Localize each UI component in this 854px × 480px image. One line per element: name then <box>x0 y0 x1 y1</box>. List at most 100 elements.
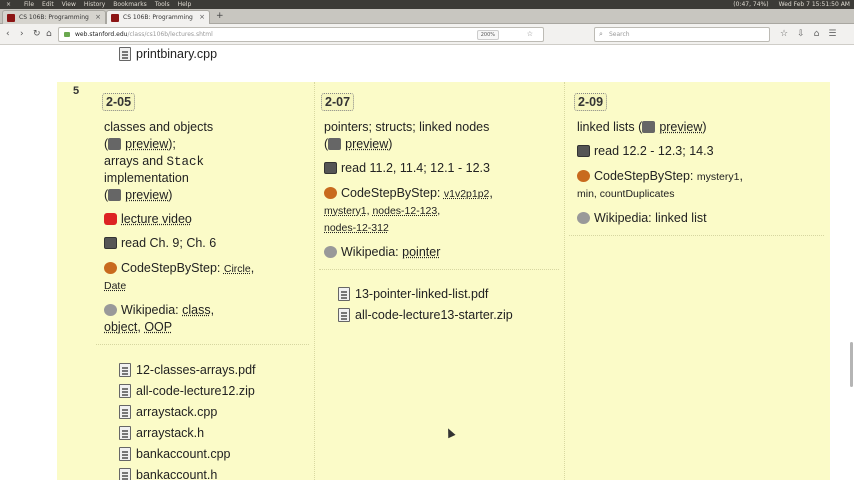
wiki-link-pointer[interactable]: pointer <box>402 245 440 259</box>
file-link-printbinary[interactable]: printbinary.cpp <box>119 46 217 62</box>
file-link[interactable]: all-code-lecture12.zip <box>119 383 255 399</box>
pdf-icon <box>119 363 131 377</box>
menu-view[interactable]: View <box>62 0 76 9</box>
file-name: bankaccount.h <box>136 468 218 480</box>
lecture-title-row: linked lists (preview) <box>577 120 707 134</box>
menu-file[interactable]: File <box>24 0 34 9</box>
back-button[interactable]: ‹ <box>6 28 10 40</box>
codestepbystep-row-3: nodes-12-312 <box>324 220 389 237</box>
new-tab-button[interactable]: + <box>216 10 224 23</box>
home-button[interactable]: ⌂ <box>46 28 52 40</box>
reading-text: read 12.2 - 12.3; 14.3 <box>594 144 714 158</box>
wiki-link-oop[interactable]: OOP <box>144 320 172 334</box>
problem-link-v1v2p1p2[interactable]: v1v2p1p2 <box>444 188 490 200</box>
system-menubar: × File Edit View History Bookmarks Tools… <box>0 0 854 9</box>
codestepbystep-row-2: mystery1, nodes-12-123, <box>324 205 441 217</box>
bookmarks-icon[interactable]: ☆ <box>780 28 788 40</box>
page-content: printbinary.cpp 5 2-05 classes and objec… <box>0 45 854 480</box>
pdf-icon <box>338 287 350 301</box>
window-close-icon[interactable]: × <box>6 0 11 9</box>
book-icon <box>577 145 590 157</box>
preview-link[interactable]: preview <box>345 137 388 151</box>
week-number: 5 <box>73 85 80 97</box>
book-icon <box>104 237 117 249</box>
navigation-toolbar: ‹ › ↻ ⌂ web.stanford.edu/class/cs106b/le… <box>0 24 854 45</box>
search-input[interactable]: ⌕ Search <box>594 27 770 42</box>
preview-link[interactable]: preview <box>125 188 168 202</box>
wikipedia-label: Wikipedia: <box>341 245 399 259</box>
home-icon[interactable]: ⌂ <box>814 28 820 40</box>
menu-bookmarks[interactable]: Bookmarks <box>113 0 147 9</box>
wiki-link-linked-list[interactable]: linked list <box>655 211 706 225</box>
wikipedia-icon <box>104 304 117 316</box>
codestepbystep-label: CodeStepByStep: <box>121 261 221 275</box>
lecture-cell-2-05: 2-05 classes and objects (preview); arra… <box>90 82 315 480</box>
problem-link-countduplicates[interactable]: countDuplicates <box>600 188 675 200</box>
file-name: bankaccount.cpp <box>136 447 231 461</box>
problem-link-circle[interactable]: Circle <box>224 263 251 275</box>
file-link[interactable]: arraystack.cpp <box>119 404 217 420</box>
file-name: arraystack.h <box>136 426 205 440</box>
preview-link[interactable]: preview <box>659 120 702 134</box>
downloads-icon[interactable]: ⇩ <box>797 28 805 40</box>
tab-title: CS 106B: Programming <box>123 14 193 21</box>
file-name: printbinary.cpp <box>136 47 218 61</box>
search-icon: ⌕ <box>599 30 603 38</box>
lecture-cell-2-09: 2-09 linked lists (preview) read 12.2 - … <box>565 82 830 480</box>
codestepbystep-row: CodeStepByStep: Circle, <box>104 260 254 278</box>
scrollbar[interactable] <box>850 342 853 387</box>
menu-tools[interactable]: Tools <box>155 0 170 9</box>
file-name: 12-classes-arrays.pdf <box>136 363 256 377</box>
problem-link-min[interactable]: min <box>577 188 594 200</box>
tab-bar: CS 106B: Programming × CS 106B: Programm… <box>0 9 854 24</box>
file-link[interactable]: bankaccount.h <box>119 467 217 480</box>
menu-edit[interactable]: Edit <box>42 0 54 9</box>
preview-icon <box>108 138 122 150</box>
tab-close-icon[interactable]: × <box>95 11 101 24</box>
problem-link-date[interactable]: Date <box>104 280 126 292</box>
problem-link-mystery1[interactable]: mystery1 <box>324 205 367 217</box>
wikipedia-row: Wikipedia: class, <box>104 302 214 319</box>
zip-icon <box>338 308 350 322</box>
problem-link-nodes-12-123[interactable]: nodes-12-123 <box>372 205 437 217</box>
lecture-video-link[interactable]: lecture video <box>121 212 192 226</box>
browser-tab[interactable]: CS 106B: Programming × <box>2 10 106 24</box>
menu-history[interactable]: History <box>84 0 105 9</box>
hamburger-menu-icon[interactable]: ☰ <box>828 28 836 40</box>
file-name: 13-pointer-linked-list.pdf <box>355 287 489 301</box>
browser-tab-active[interactable]: CS 106B: Programming × <box>106 10 210 24</box>
toolbar-icons: ☆ ⇩ ⌂ ☰ <box>780 28 836 40</box>
preview-link[interactable]: preview <box>125 137 168 151</box>
wiki-link-object[interactable]: object <box>104 320 137 334</box>
file-link[interactable]: 13-pointer-linked-list.pdf <box>338 286 488 302</box>
clock[interactable]: Wed Feb 7 15:51:50 AM <box>779 0 850 9</box>
codestepbystep-icon <box>104 262 117 274</box>
lecture-subtitle-2: implementation <box>104 171 189 185</box>
battery-status[interactable]: (0:47, 74%) <box>733 0 768 9</box>
reading-text: read 11.2, 11.4; 12.1 - 12.3 <box>341 161 490 175</box>
divider <box>96 344 309 345</box>
codestepbystep-icon <box>324 187 337 199</box>
wiki-link-class[interactable]: class <box>182 303 210 317</box>
file-link[interactable]: arraystack.h <box>119 425 204 441</box>
menu-help[interactable]: Help <box>178 0 192 9</box>
problem-link-mystery1[interactable]: mystery1 <box>697 171 740 183</box>
preview-icon <box>328 138 342 150</box>
zoom-level-button[interactable]: 200% <box>476 30 499 40</box>
file-name: arraystack.cpp <box>136 405 218 419</box>
reading-row: read 11.2, 11.4; 12.1 - 12.3 <box>324 160 490 177</box>
stanford-favicon-icon <box>111 14 119 22</box>
file-link[interactable]: 12-classes-arrays.pdf <box>119 362 256 378</box>
codestepbystep-row-2: Date <box>104 278 126 295</box>
problem-link-nodes-12-312[interactable]: nodes-12-312 <box>324 222 389 234</box>
forward-button[interactable]: › <box>20 28 24 40</box>
lock-icon <box>64 32 70 37</box>
file-link[interactable]: all-code-lecture13-starter.zip <box>338 307 513 323</box>
wikipedia-label: Wikipedia: <box>594 211 652 225</box>
file-link[interactable]: bankaccount.cpp <box>119 446 231 462</box>
subtitle-text: arrays and <box>104 154 164 168</box>
reload-button[interactable]: ↻ <box>33 28 41 40</box>
url-bar[interactable]: web.stanford.edu/class/cs106b/lectures.s… <box>58 27 544 42</box>
bookmark-star-icon[interactable]: ☆ <box>527 28 537 41</box>
tab-close-icon[interactable]: × <box>199 11 205 24</box>
